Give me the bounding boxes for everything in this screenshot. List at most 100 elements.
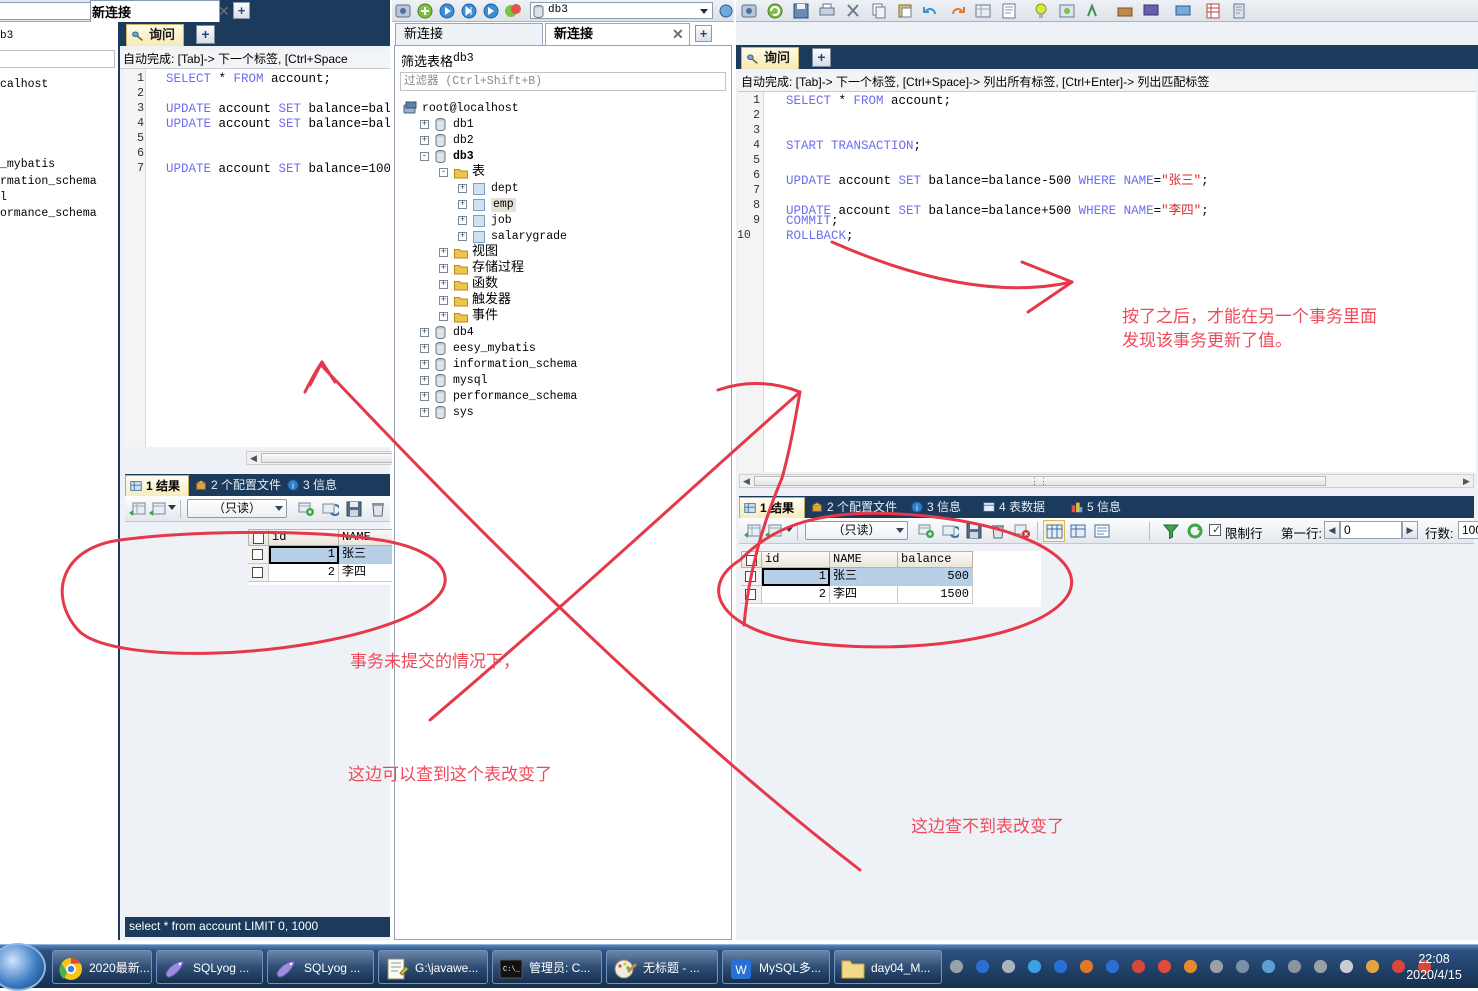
add-tab-icon[interactable]: + xyxy=(233,2,250,19)
collapse-icon[interactable]: - xyxy=(420,152,429,161)
window-a-filter-input[interactable]: rl+Shift+B) xyxy=(0,50,115,68)
row-checkbox[interactable] xyxy=(248,546,269,564)
settings-icon[interactable] xyxy=(1230,2,1248,20)
checkbox-icon[interactable] xyxy=(253,533,264,544)
cancel-changes-icon[interactable] xyxy=(1013,522,1031,540)
expand-icon[interactable]: + xyxy=(439,248,448,257)
connection-icon[interactable] xyxy=(740,2,758,20)
tab-results-d[interactable]: 1 结果 xyxy=(739,497,805,518)
spinner-right-icon[interactable]: ▶ xyxy=(1402,521,1418,539)
tab-results-b[interactable]: 1 结果 xyxy=(125,475,189,496)
tree-node-db4[interactable]: db4 xyxy=(453,326,474,340)
tree-node-存储过程[interactable]: 存储过程 xyxy=(472,260,524,274)
tab-profiles-b[interactable]: 2 个配置文件 xyxy=(191,475,281,496)
expand-icon[interactable]: + xyxy=(420,344,429,353)
checkbox-icon[interactable] xyxy=(745,571,756,582)
result-grid-d[interactable]: id NAME balance 1 张三 500 2 李四 1500 xyxy=(741,551,1041,607)
refresh-data-icon[interactable] xyxy=(321,500,339,518)
column-header-name[interactable]: NAME xyxy=(830,551,898,568)
tree-node-mysql[interactable]: mysql xyxy=(453,374,488,388)
expand-icon[interactable]: + xyxy=(420,328,429,337)
window-a-tree-node[interactable]: l xyxy=(0,191,7,204)
tree-node-information_schema[interactable]: information_schema xyxy=(453,358,577,372)
execute-current-icon[interactable] xyxy=(482,2,500,20)
text-view-icon[interactable] xyxy=(1000,2,1018,20)
schema-icon[interactable] xyxy=(1058,2,1076,20)
expand-icon[interactable]: + xyxy=(458,200,467,209)
tree-node-emp[interactable]: emp xyxy=(491,198,516,212)
add-tab-icon[interactable]: + xyxy=(695,25,712,42)
sync-icon[interactable] xyxy=(1084,2,1102,20)
grid-view-icon[interactable] xyxy=(974,2,992,20)
first-row-input[interactable]: 0 xyxy=(1340,521,1402,539)
checkbox-icon[interactable] xyxy=(252,567,263,578)
chevron-down-icon[interactable] xyxy=(168,505,176,510)
expand-icon[interactable]: + xyxy=(458,184,467,193)
table-cell[interactable]: 1500 xyxy=(898,586,973,604)
bulb-icon[interactable] xyxy=(1032,2,1050,20)
refresh-grid-icon[interactable] xyxy=(129,500,147,518)
satellite-icon[interactable] xyxy=(1286,958,1303,975)
chevron-down-icon[interactable] xyxy=(785,527,793,532)
chrome-tray-icon[interactable] xyxy=(1156,958,1173,975)
readonly-select-d[interactable]: （只读） xyxy=(805,521,908,540)
rowcount-input[interactable]: 100 xyxy=(1458,521,1478,539)
tree-node-performance_schema[interactable]: performance_schema xyxy=(453,390,577,404)
tools-icon[interactable] xyxy=(1116,2,1134,20)
window-a-tree-node[interactable]: ormance_schema xyxy=(0,207,97,220)
execute-icon[interactable] xyxy=(438,2,456,20)
window-a-tree-node[interactable]: rmation_schema xyxy=(0,175,97,188)
checkbox-icon[interactable] xyxy=(746,555,757,566)
tree-node-视图[interactable]: 视图 xyxy=(472,244,498,258)
tree-node-eesy_mybatis[interactable]: eesy_mybatis xyxy=(453,342,536,356)
tree-node-salarygrade[interactable]: salarygrade xyxy=(491,230,567,244)
taskbar-item[interactable]: G:\javawe... xyxy=(378,950,488,984)
table-tool-icon[interactable] xyxy=(1204,2,1222,20)
chart-icon[interactable] xyxy=(1364,958,1381,975)
tree-node-db2[interactable]: db2 xyxy=(453,134,474,148)
cut-icon[interactable] xyxy=(844,2,862,20)
database-tool-icon[interactable] xyxy=(1174,2,1192,20)
tree-node-dept[interactable]: dept xyxy=(491,182,519,196)
expand-icon[interactable]: + xyxy=(439,296,448,305)
column-header-id[interactable]: id xyxy=(762,551,830,568)
filter-icon[interactable] xyxy=(1162,522,1180,540)
table-cell[interactable]: 500 xyxy=(898,568,973,586)
tab-query-d[interactable]: 询问 xyxy=(741,47,800,69)
editor-hscrollbar-d[interactable]: ◀ ⋮⋮ ▶ xyxy=(739,474,1474,488)
filter-input[interactable]: 过滤器 (Ctrl+Shift+B) xyxy=(400,72,726,91)
expand-icon[interactable]: + xyxy=(458,232,467,241)
package-icon[interactable] xyxy=(1208,958,1225,975)
tab-query-b[interactable]: 询问 xyxy=(126,24,185,46)
spinner-left-icon[interactable]: ◀ xyxy=(1324,521,1340,539)
speaker-icon[interactable] xyxy=(1312,958,1329,975)
expand-icon[interactable]: + xyxy=(420,376,429,385)
expand-icon[interactable]: + xyxy=(458,216,467,225)
refresh-data-icon[interactable] xyxy=(941,522,959,540)
window-a-tree-node[interactable]: calhost xyxy=(0,78,48,91)
tree-node-db1[interactable]: db1 xyxy=(453,118,474,132)
expand-icon[interactable]: + xyxy=(420,392,429,401)
row-checkbox[interactable] xyxy=(741,586,762,604)
expand-icon[interactable]: + xyxy=(420,120,429,129)
taskbar-item[interactable]: day04_M... xyxy=(834,950,942,984)
tab-info-d[interactable]: i 3 信息 xyxy=(907,497,977,518)
checkbox-icon[interactable] xyxy=(252,549,263,560)
taskbar-item[interactable]: C:\_ 管理员: C... xyxy=(492,950,602,984)
add-query-tab-b[interactable]: + xyxy=(196,25,215,44)
tree-node-root[interactable]: root@localhost xyxy=(422,102,519,116)
bluetooth-icon[interactable] xyxy=(1052,958,1069,975)
paste-icon[interactable] xyxy=(896,2,914,20)
expand-icon[interactable]: + xyxy=(420,408,429,417)
expand-icon[interactable]: + xyxy=(439,264,448,273)
table-cell[interactable]: 1 xyxy=(762,568,830,586)
table-cell[interactable]: 2 xyxy=(269,564,339,582)
taskbar-clock[interactable]: 22:08 2020/4/15 xyxy=(1396,951,1472,983)
start-button[interactable] xyxy=(0,943,46,991)
taskbar-item[interactable]: W MySQL多... xyxy=(722,950,830,984)
form-view-icon[interactable] xyxy=(1069,522,1087,540)
flame-icon[interactable] xyxy=(1182,958,1199,975)
paint-tray-icon[interactable] xyxy=(1260,958,1277,975)
dropbox-icon[interactable] xyxy=(1026,958,1043,975)
tab-profiles-d[interactable]: 2 个配置文件 xyxy=(807,497,905,518)
